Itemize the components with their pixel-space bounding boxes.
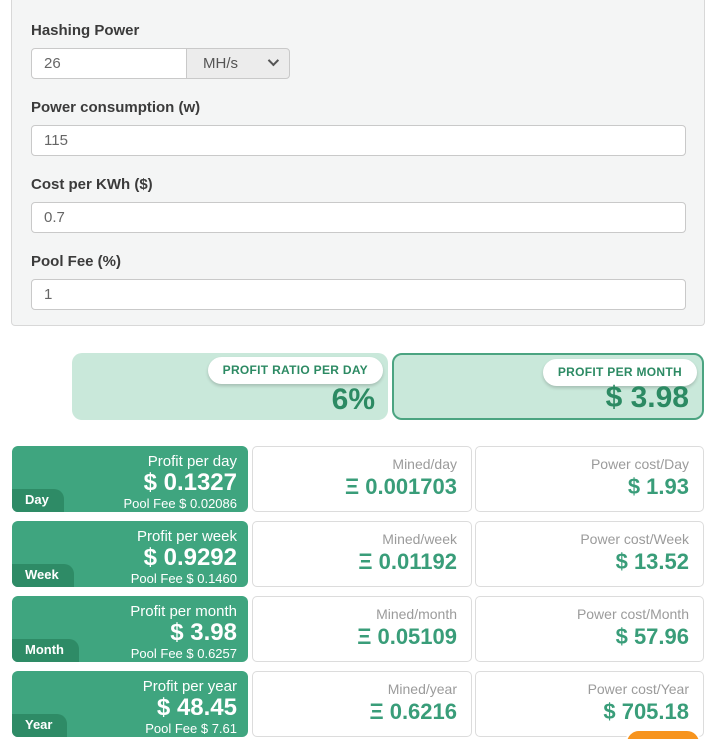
profit-label: Profit per week [136,528,237,545]
year-power-cost-card: Power cost/Year $ 705.18 [475,671,704,737]
month-mined-card: Mined/month Ξ 0.05109 [252,596,472,662]
month-profit-card: Profit per month $ 3.98 Pool Fee $ 0.625… [12,596,248,662]
pool-fee-label: Pool Fee (%) [31,253,122,270]
mined-label: Mined/year [387,681,457,697]
cost-per-kwh-label: Cost per KWh ($) [31,176,153,193]
mined-value: Ξ 0.001703 [344,474,457,499]
profit-ratio-value: 6% [331,383,375,416]
week-profit-card: Profit per week $ 0.9292 Pool Fee $ 0.14… [12,521,248,587]
hashrate-unit-value: MH/s [203,55,238,72]
profit-label: Profit per day [147,453,237,470]
hashing-power-label: Hashing Power [31,22,140,39]
calculator-form-panel: Hashing Power MH/s Power consumption (w)… [11,0,705,326]
mined-label: Mined/month [376,606,457,622]
power-cost-label: Power cost/Day [590,456,689,472]
power-cost-value: $ 705.18 [603,699,689,724]
power-cost-value: $ 57.96 [615,624,689,649]
profit-label: Profit per month [130,603,237,620]
year-profit-card: Profit per year $ 48.45 Pool Fee $ 7.61 … [12,671,248,737]
week-power-cost-card: Power cost/Week $ 13.52 [475,521,704,587]
chevron-down-icon [267,54,280,67]
profit-ratio-card: PROFIT RATIO PER DAY 6% [72,353,388,420]
power-consumption-input[interactable] [31,125,686,156]
profit-label: Profit per year [142,678,237,695]
month-power-cost-card: Power cost/Month $ 57.96 [475,596,704,662]
power-cost-label: Power cost/Week [580,531,689,547]
profit-ratio-badge: PROFIT RATIO PER DAY [207,357,383,384]
pool-fee-input[interactable] [31,279,686,310]
power-cost-value: $ 1.93 [627,474,689,499]
bottom-action-button[interactable] [625,729,701,739]
day-power-cost-card: Power cost/Day $ 1.93 [475,446,704,512]
week-mined-card: Mined/week Ξ 0.01192 [252,521,472,587]
day-profit-card: Profit per day $ 0.1327 Pool Fee $ 0.020… [12,446,248,512]
hashing-power-input[interactable] [31,48,187,79]
day-mined-card: Mined/day Ξ 0.001703 [252,446,472,512]
profit-per-month-value: $ 3.98 [605,381,689,414]
profit-per-month-card: PROFIT PER MONTH $ 3.98 [392,353,704,420]
mined-value: Ξ 0.01192 [358,549,457,574]
period-tab-year: Year [12,714,68,737]
year-mined-card: Mined/year Ξ 0.6216 [252,671,472,737]
period-tab-month: Month [12,639,79,662]
power-cost-value: $ 13.52 [615,549,689,574]
power-consumption-label: Power consumption (w) [31,99,201,116]
hashrate-unit-select[interactable]: MH/s [186,48,290,79]
period-tab-week: Week [12,564,74,587]
mined-value: Ξ 0.05109 [357,624,457,649]
mined-label: Mined/day [392,456,457,472]
hashing-power-group: MH/s [31,48,686,79]
cost-per-kwh-input[interactable] [31,202,686,233]
power-cost-label: Power cost/Month [576,606,689,622]
power-cost-label: Power cost/Year [587,681,689,697]
mined-value: Ξ 0.6216 [369,699,457,724]
period-tab-day: Day [12,489,64,512]
mining-calculator-page: Hashing Power MH/s Power consumption (w)… [0,0,718,739]
mined-label: Mined/week [382,531,457,547]
